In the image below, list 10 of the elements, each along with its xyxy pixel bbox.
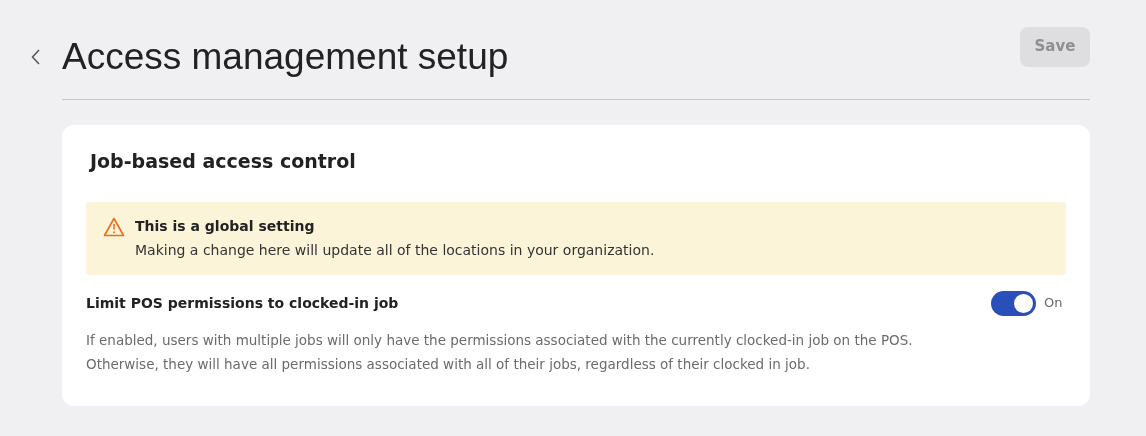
banner-title: This is a global setting [135,216,316,236]
warning-icon [103,216,125,237]
banner-message: Making a change here will update all of the locations in your organization. [135,240,655,260]
toggle-state-label: On [1044,294,1064,313]
back-icon [30,49,40,65]
page-title: Access management setup [62,34,509,79]
card-title: Job-based access control [90,149,357,174]
toggle-switch[interactable] [991,290,1036,316]
setting-label: Limit POS permissions to clocked-in job [86,293,399,313]
setting-description: If enabled, users with multiple jobs will only have the permissions associated with the currently clocked-in job on the POS. Otherwise, they will have all permissions associated with all of their jobs, regardless of their clocked in job. [86,330,914,374]
